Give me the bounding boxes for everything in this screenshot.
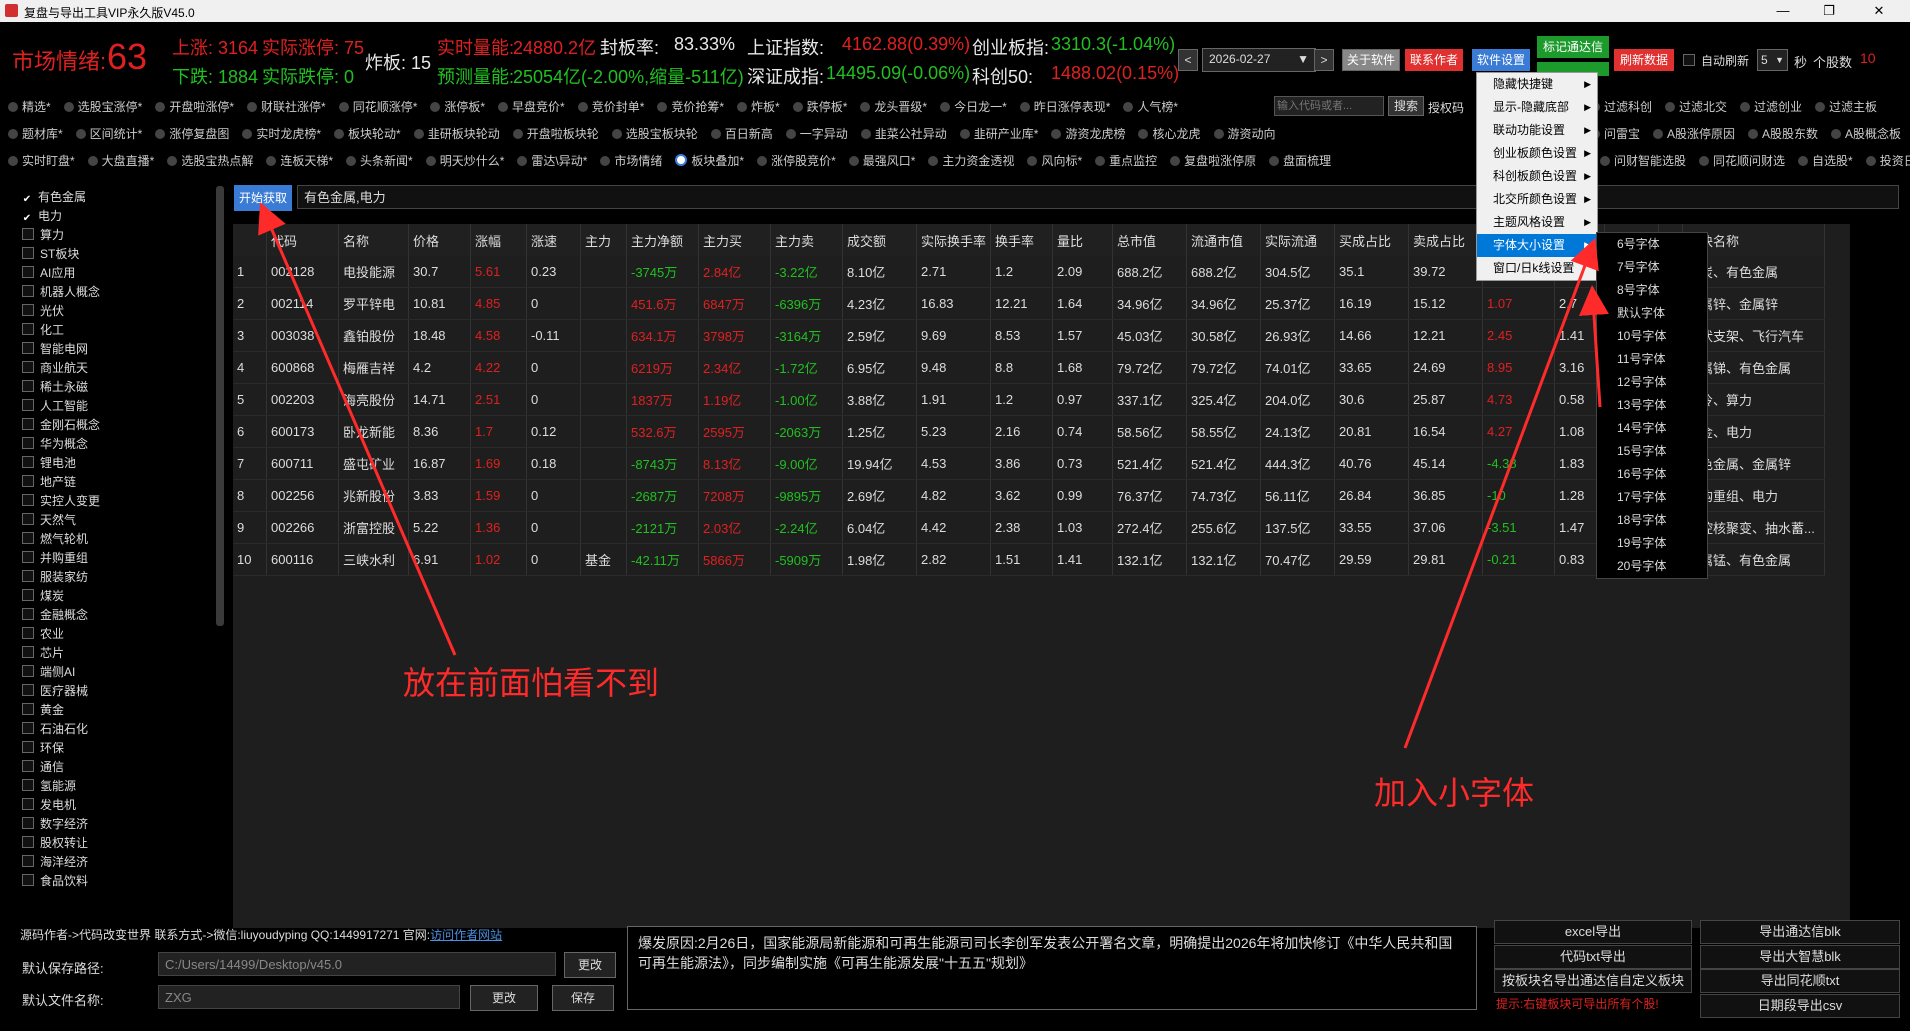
- save-path-label: 默认保存路径:: [22, 961, 104, 976]
- save-path-input[interactable]: C:/Users/14499/Desktop/v45.0: [158, 952, 556, 976]
- author-line: 源码作者->代码改变世界 联系方式->微信:liuyoudyping QQ:14…: [20, 928, 431, 942]
- right-arrow-1: [1403, 237, 1599, 749]
- right-arrow-2: [1579, 285, 1609, 408]
- annotation-right: 加入小字体: [1374, 775, 1535, 811]
- txt-export-button[interactable]: 代码txt导出: [1494, 945, 1692, 969]
- visit-author-link[interactable]: 访问作者网站: [430, 928, 502, 942]
- annotation-left: 放在前面怕看不到: [403, 665, 660, 701]
- change-name-button[interactable]: 更改: [470, 985, 538, 1011]
- file-name-label: 默认文件名称:: [22, 993, 104, 1008]
- save-button[interactable]: 保存: [552, 985, 614, 1011]
- annotation-arrows: [258, 202, 1609, 749]
- left-arrow: [258, 202, 457, 656]
- excel-export-button[interactable]: excel导出: [1494, 920, 1692, 944]
- dzh-blk-export-button[interactable]: 导出大智慧blk: [1700, 945, 1900, 969]
- author-info: 源码作者->代码改变世界 联系方式->微信:liuyoudyping QQ:14…: [20, 926, 502, 943]
- block-export-button[interactable]: 按板块名导出通达信自定义板块: [1494, 969, 1692, 993]
- export-hint: 提示:右键板块可导出所有个股!: [1496, 997, 1659, 1011]
- change-path-button[interactable]: 更改: [564, 952, 616, 978]
- reason-panel: 爆发原因:2月26日，国家能源局新能源和可再生能源司司长李创军发表公开署名文章，…: [627, 926, 1477, 1010]
- csv-export-button[interactable]: 日期段导出csv: [1700, 994, 1900, 1018]
- ths-txt-export-button[interactable]: 导出同花顺txt: [1700, 969, 1900, 993]
- file-name-input[interactable]: ZXG: [158, 985, 460, 1009]
- tdx-blk-export-button[interactable]: 导出通达信blk: [1700, 920, 1900, 944]
